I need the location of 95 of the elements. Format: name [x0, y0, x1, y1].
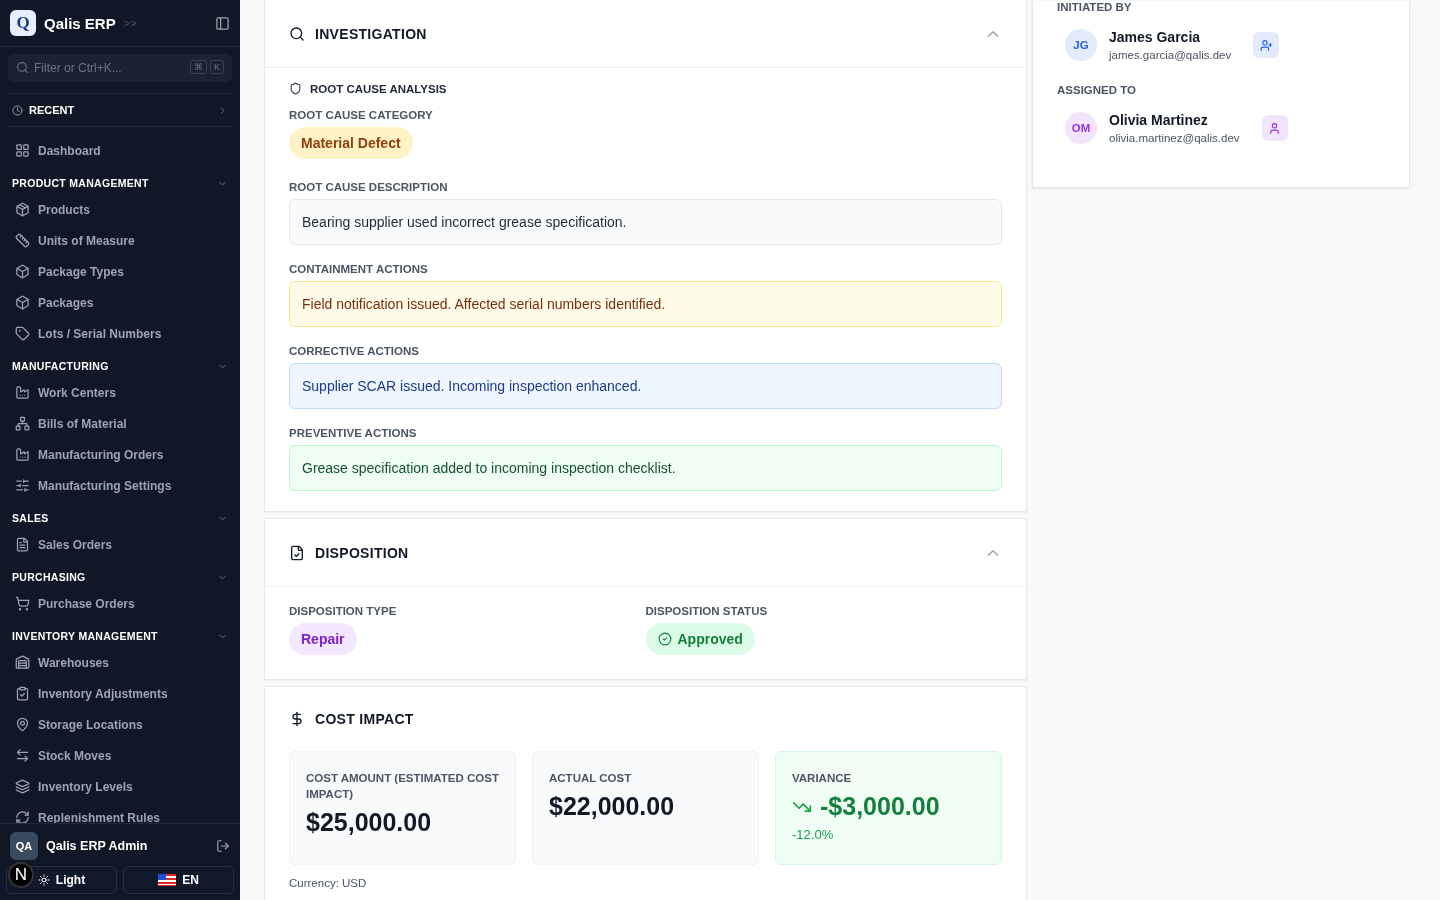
field-label: INITIATED BY — [1057, 1, 1133, 13]
cost-label: ACTUAL COST — [549, 771, 633, 786]
nav-section-header[interactable]: PURCHASING — [0, 566, 240, 588]
sun-icon — [37, 874, 50, 886]
nav-item[interactable]: Manufacturing Settings — [0, 470, 240, 501]
nav-item[interactable]: Sales Orders — [0, 529, 240, 560]
nav-icon — [15, 686, 30, 701]
cost-value: $22,000.00 — [549, 792, 676, 821]
field-label: CORRECTIVE ACTIONS — [289, 345, 420, 357]
field-label: ASSIGNED TO — [1057, 84, 1138, 96]
brand-name: Qalis ERP — [44, 14, 116, 32]
logout-icon[interactable] — [216, 839, 230, 853]
field-label: CONTAINMENT ACTIONS — [289, 263, 429, 275]
nav-section-header[interactable]: INVENTORY MANAGEMENT — [0, 625, 240, 647]
search-icon — [289, 25, 305, 42]
nav-icon — [15, 416, 30, 431]
text-block: Field notification issued. Affected serial numbers identified. — [289, 281, 1002, 327]
cost-value: -$3,000.00 — [792, 792, 985, 821]
cost-label: COST AMOUNT (ESTIMATED COST IMPACT) — [306, 771, 499, 802]
nav-icon — [15, 810, 30, 823]
nav-item[interactable]: Warehouses — [0, 647, 240, 678]
field-label: ROOT CAUSE CATEGORY — [289, 109, 434, 121]
section-title: INVESTIGATION — [315, 25, 428, 42]
person-name: James Garcia — [1109, 29, 1202, 45]
nav-icon — [15, 385, 30, 400]
text-block: Bearing supplier used incorrect grease specification. — [289, 199, 1002, 245]
nav-icon — [15, 596, 30, 611]
variance-percent: -12.0% — [792, 827, 835, 842]
document-check-icon — [289, 544, 305, 561]
nav-section-header[interactable]: MANUFACTURING — [0, 355, 240, 377]
nav-item[interactable]: Package Types — [0, 256, 240, 287]
nav-icon — [15, 655, 30, 670]
nav-icon — [15, 202, 30, 217]
person-email: olivia.martinez@qalis.dev — [1109, 132, 1240, 144]
avatar: OM — [1065, 112, 1097, 144]
user-icon[interactable] — [1261, 115, 1288, 141]
nav-item[interactable]: Lots / Serial Numbers — [0, 318, 240, 349]
field-label: DISPOSITION TYPE — [289, 605, 398, 617]
nav-icon — [15, 537, 30, 552]
nav-item[interactable]: Work Centers — [0, 377, 240, 408]
nav-icon — [15, 779, 30, 794]
section-title: DISPOSITION — [315, 544, 410, 561]
subsection-title: ROOT CAUSE ANALYSIS — [310, 82, 447, 95]
text-block: Supplier SCAR issued. Incoming inspection enhanced. — [289, 363, 1002, 409]
person-email: james.garcia@qalis.dev — [1109, 49, 1232, 61]
cost-label: VARIANCE — [792, 771, 853, 786]
disposition-type-badge: Repair — [289, 623, 357, 655]
status-badge: Approved — [645, 623, 755, 655]
shortcut-key: K — [210, 60, 224, 74]
logo: Q — [10, 10, 36, 36]
field-label: PREVENTIVE ACTIONS — [289, 427, 418, 439]
avatar: JG — [1065, 29, 1097, 61]
nav-icon — [15, 478, 30, 493]
nav-icon — [15, 447, 30, 462]
nav-icon — [15, 264, 30, 279]
nav-item[interactable]: Inventory Levels — [0, 771, 240, 802]
user-name: Qalis ERP Admin — [46, 839, 149, 853]
nav-item[interactable]: Bills of Material — [0, 408, 240, 439]
panel-toggle-icon[interactable] — [215, 15, 230, 31]
nav-item[interactable]: Inventory Adjustments — [0, 678, 240, 709]
category-badge: Material Defect — [289, 127, 413, 159]
currency-note: Currency: USD — [289, 877, 368, 889]
nav-section-header[interactable]: PRODUCT MANAGEMENT — [0, 172, 240, 194]
field-label: DISPOSITION STATUS — [645, 605, 769, 617]
shield-icon — [289, 82, 302, 95]
language-button[interactable]: EN — [123, 866, 234, 894]
user-avatar: QA — [10, 832, 38, 860]
grid-icon — [15, 143, 30, 158]
nav-item[interactable]: Products — [0, 194, 240, 225]
nav-icon — [15, 326, 30, 341]
flag-icon — [158, 874, 177, 886]
field-label: ROOT CAUSE DESCRIPTION — [289, 181, 449, 193]
person-name: Olivia Martinez — [1109, 112, 1209, 128]
section-title: COST IMPACT — [315, 711, 415, 727]
nav-item[interactable]: Storage Locations — [0, 709, 240, 740]
nav-icon — [15, 233, 30, 248]
nav-item[interactable]: Purchase Orders — [0, 588, 240, 619]
nav-section-header[interactable]: SALES — [0, 507, 240, 529]
dollar-icon — [289, 711, 305, 727]
cost-value: $25,000.00 — [306, 808, 433, 837]
search-icon — [16, 61, 29, 74]
dev-indicator-badge[interactable]: N — [8, 862, 34, 888]
nav-item[interactable]: Dashboard — [0, 135, 240, 166]
recent-toggle[interactable]: RECENT — [6, 93, 234, 127]
nav-item[interactable]: Units of Measure — [0, 225, 240, 256]
nav-item[interactable]: Manufacturing Orders — [0, 439, 240, 470]
nav-item[interactable]: Stock Moves — [0, 740, 240, 771]
nav-item[interactable]: Packages — [0, 287, 240, 318]
shortcut-key: ⌘ — [190, 60, 207, 74]
text-block: Grease specification added to incoming inspection checklist. — [289, 445, 1002, 491]
nav-icon — [15, 717, 30, 732]
add-user-icon[interactable] — [1253, 32, 1280, 58]
nav-icon — [15, 295, 30, 310]
clock-icon — [12, 104, 23, 116]
nav-icon — [15, 748, 30, 763]
